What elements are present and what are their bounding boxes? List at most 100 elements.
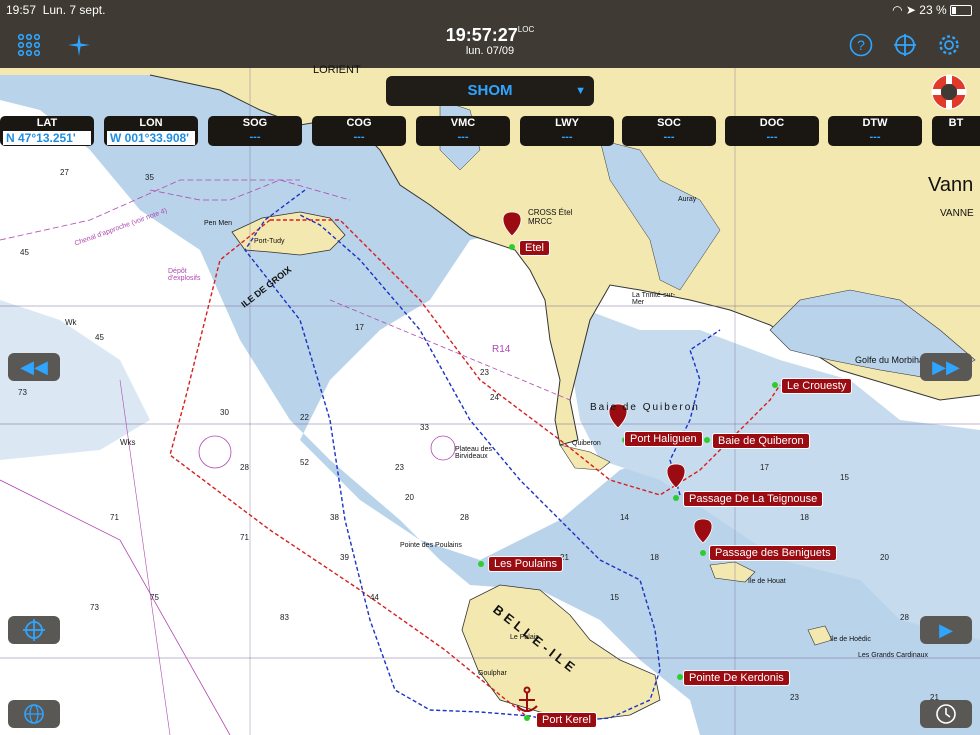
crosshair-icon bbox=[23, 619, 45, 641]
label-cross-etel: CROSS Étel MRCC bbox=[528, 208, 573, 226]
svg-text:33: 33 bbox=[420, 423, 429, 432]
status-time: 19:57 bbox=[6, 3, 37, 17]
fast-forward-button[interactable]: ▶▶ bbox=[920, 353, 972, 381]
databox-label: VMC bbox=[450, 117, 476, 129]
svg-text:71: 71 bbox=[240, 533, 249, 542]
databox-lwy[interactable]: LWY --- bbox=[520, 116, 614, 146]
svg-text:20: 20 bbox=[880, 553, 889, 562]
databox-lat[interactable]: LAT N 47°13.251' bbox=[0, 116, 94, 146]
databox-bt[interactable]: BT bbox=[932, 116, 980, 146]
clock-suffix: LOC bbox=[517, 25, 535, 34]
label-grands-cardinaux: Les Grands Cardinaux bbox=[858, 652, 929, 659]
status-bar: 19:57 Lun. 7 sept. ◠ ➤ 23 % bbox=[0, 0, 980, 22]
databox-soc[interactable]: SOC --- bbox=[622, 116, 716, 146]
waypoint-label-passage-beniguets[interactable]: Passage des Beniguets bbox=[709, 545, 837, 561]
wifi-icon: ◠ bbox=[892, 3, 903, 17]
waypoint-label-le-crouesty[interactable]: Le Crouesty bbox=[781, 378, 853, 394]
svg-text:24: 24 bbox=[490, 393, 499, 402]
svg-text:22: 22 bbox=[300, 413, 309, 422]
svg-text:35: 35 bbox=[145, 173, 154, 182]
clock-time: 19:57:27 bbox=[445, 25, 518, 45]
svg-text:18: 18 bbox=[650, 553, 659, 562]
waypoint-label-les-poulains[interactable]: Les Poulains bbox=[488, 556, 563, 572]
svg-text:20: 20 bbox=[405, 493, 414, 502]
svg-text:28: 28 bbox=[900, 613, 909, 622]
svg-text:44: 44 bbox=[370, 593, 379, 602]
status-date: Lun. 7 sept. bbox=[42, 3, 106, 17]
databox-label: LAT bbox=[36, 117, 58, 129]
settings-gear-icon[interactable] bbox=[934, 30, 964, 60]
svg-text:17: 17 bbox=[355, 323, 364, 332]
databox-vmc[interactable]: VMC --- bbox=[416, 116, 510, 146]
clock: 19:57:27LOC lun. 07/09 bbox=[0, 25, 980, 57]
databox-label: DTW bbox=[862, 117, 888, 129]
waypoint-label-etel[interactable]: Etel bbox=[519, 240, 550, 256]
dropdown-triangle-icon: ▼ bbox=[575, 85, 586, 97]
svg-text:?: ? bbox=[857, 37, 865, 53]
svg-text:38: 38 bbox=[330, 513, 339, 522]
help-icon[interactable]: ? bbox=[846, 30, 876, 60]
databox-label: SOG bbox=[242, 117, 268, 129]
label-baie-quiberon: Baie de Quiberon bbox=[590, 402, 700, 413]
label-vannes: Vann bbox=[928, 174, 974, 196]
play-icon: ▶ bbox=[939, 619, 953, 640]
waypoint-label-port-kerel[interactable]: Port Kerel bbox=[536, 712, 597, 728]
databox-value: --- bbox=[869, 131, 881, 143]
databox-label: COG bbox=[346, 117, 372, 129]
nautical-chart[interactable]: 292735 45Wk45 73Wks30 287152 384439 8360… bbox=[0, 68, 980, 735]
label-le-palais: Le Palais bbox=[510, 634, 539, 641]
databox-value: --- bbox=[561, 131, 573, 143]
chart-source-selector[interactable]: SHOM ▼ bbox=[386, 76, 594, 106]
rewind-button[interactable]: ◀◀ bbox=[8, 353, 60, 381]
svg-text:39: 39 bbox=[340, 553, 349, 562]
databox-sog[interactable]: SOG --- bbox=[208, 116, 302, 146]
databox-value: --- bbox=[663, 131, 675, 143]
databox-doc[interactable]: DOC --- bbox=[725, 116, 819, 146]
databox-lon[interactable]: LON W 001°33.908' bbox=[104, 116, 198, 146]
timer-button[interactable] bbox=[920, 700, 972, 728]
crosshair-icon[interactable] bbox=[890, 30, 920, 60]
lifebuoy-mob-icon[interactable] bbox=[926, 72, 972, 112]
databox-label: BT bbox=[948, 117, 964, 129]
label-ile-de-houat: Ile de Houat bbox=[748, 578, 786, 585]
svg-text:18: 18 bbox=[800, 513, 809, 522]
label-la-trinite: La Trinité-sur-Mer bbox=[632, 292, 676, 306]
label-port-tudy: Port-Tudy bbox=[254, 238, 285, 245]
svg-text:45: 45 bbox=[95, 333, 104, 342]
svg-text:28: 28 bbox=[240, 463, 249, 472]
databox-dtw[interactable]: DTW --- bbox=[828, 116, 922, 146]
databox-cog[interactable]: COG --- bbox=[312, 116, 406, 146]
fast-forward-icon: ▶▶ bbox=[932, 356, 960, 377]
databox-value: W 001°33.908' bbox=[107, 131, 195, 145]
status-right: ◠ ➤ 23 % bbox=[892, 3, 972, 17]
label-ile-de-hoedic: Ile de Hoëdic bbox=[830, 636, 871, 643]
waypoint-label-port-haliguen[interactable]: Port Haliguen bbox=[624, 431, 703, 447]
databox-value: --- bbox=[353, 131, 365, 143]
svg-text:15: 15 bbox=[610, 593, 619, 602]
svg-text:23: 23 bbox=[790, 693, 799, 702]
clock-date: lun. 07/09 bbox=[465, 45, 515, 57]
svg-text:52: 52 bbox=[300, 458, 309, 467]
center-position-button[interactable] bbox=[8, 616, 60, 644]
svg-text:73: 73 bbox=[18, 388, 27, 397]
label-lorient: LORIENT bbox=[313, 64, 361, 76]
databox-value: N 47°13.251' bbox=[3, 131, 91, 145]
globe-button[interactable] bbox=[8, 700, 60, 728]
databox-value: --- bbox=[249, 131, 261, 143]
label-quiberon: Quiberon bbox=[572, 440, 601, 447]
svg-text:14: 14 bbox=[620, 513, 629, 522]
chart-source-label: SHOM bbox=[467, 82, 513, 99]
databox-label: LWY bbox=[555, 117, 579, 129]
databox-value: --- bbox=[457, 131, 469, 143]
svg-text:83: 83 bbox=[280, 613, 289, 622]
clock-icon bbox=[936, 704, 956, 724]
rewind-icon: ◀◀ bbox=[20, 356, 48, 377]
globe-icon bbox=[24, 704, 44, 724]
waypoint-label-pointe-kerdonis[interactable]: Pointe De Kerdonis bbox=[683, 670, 790, 686]
play-button[interactable]: ▶ bbox=[920, 616, 972, 644]
label-vannes-small: VANNE bbox=[940, 208, 974, 219]
svg-text:45: 45 bbox=[20, 248, 29, 257]
waypoint-label-passage-teignouse[interactable]: Passage De La Teignouse bbox=[683, 491, 824, 507]
waypoint-label-baie-de-quiberon[interactable]: Baie de Quiberon bbox=[712, 433, 810, 449]
databox-label: DOC bbox=[759, 117, 785, 129]
